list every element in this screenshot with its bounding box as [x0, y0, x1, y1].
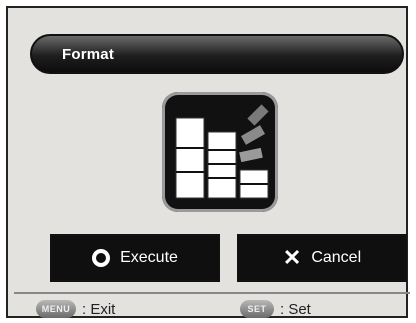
- title-bar: Format: [30, 34, 404, 74]
- set-text: : Set: [280, 300, 311, 318]
- execute-button[interactable]: Execute: [50, 234, 220, 282]
- ring-icon: [92, 249, 111, 267]
- menu-key-icon: MENU: [36, 300, 76, 318]
- title-text: Format: [62, 46, 115, 63]
- footer-set-hint: SET : Set: [240, 300, 311, 318]
- cancel-button[interactable]: ✕ Cancel: [237, 234, 407, 282]
- execute-label: Execute: [120, 249, 178, 266]
- format-card-icon: [162, 92, 278, 212]
- x-icon: ✕: [282, 245, 302, 270]
- footer-exit-hint: MENU : Exit: [36, 300, 115, 318]
- format-graphic: [175, 104, 269, 199]
- cancel-label: Cancel: [311, 249, 362, 266]
- set-key-icon: SET: [240, 300, 274, 318]
- format-screen: Format Execute ✕ Cancel MENU : Exit SET …: [6, 6, 410, 318]
- exit-text: : Exit: [82, 300, 116, 318]
- footer-divider: [14, 292, 410, 294]
